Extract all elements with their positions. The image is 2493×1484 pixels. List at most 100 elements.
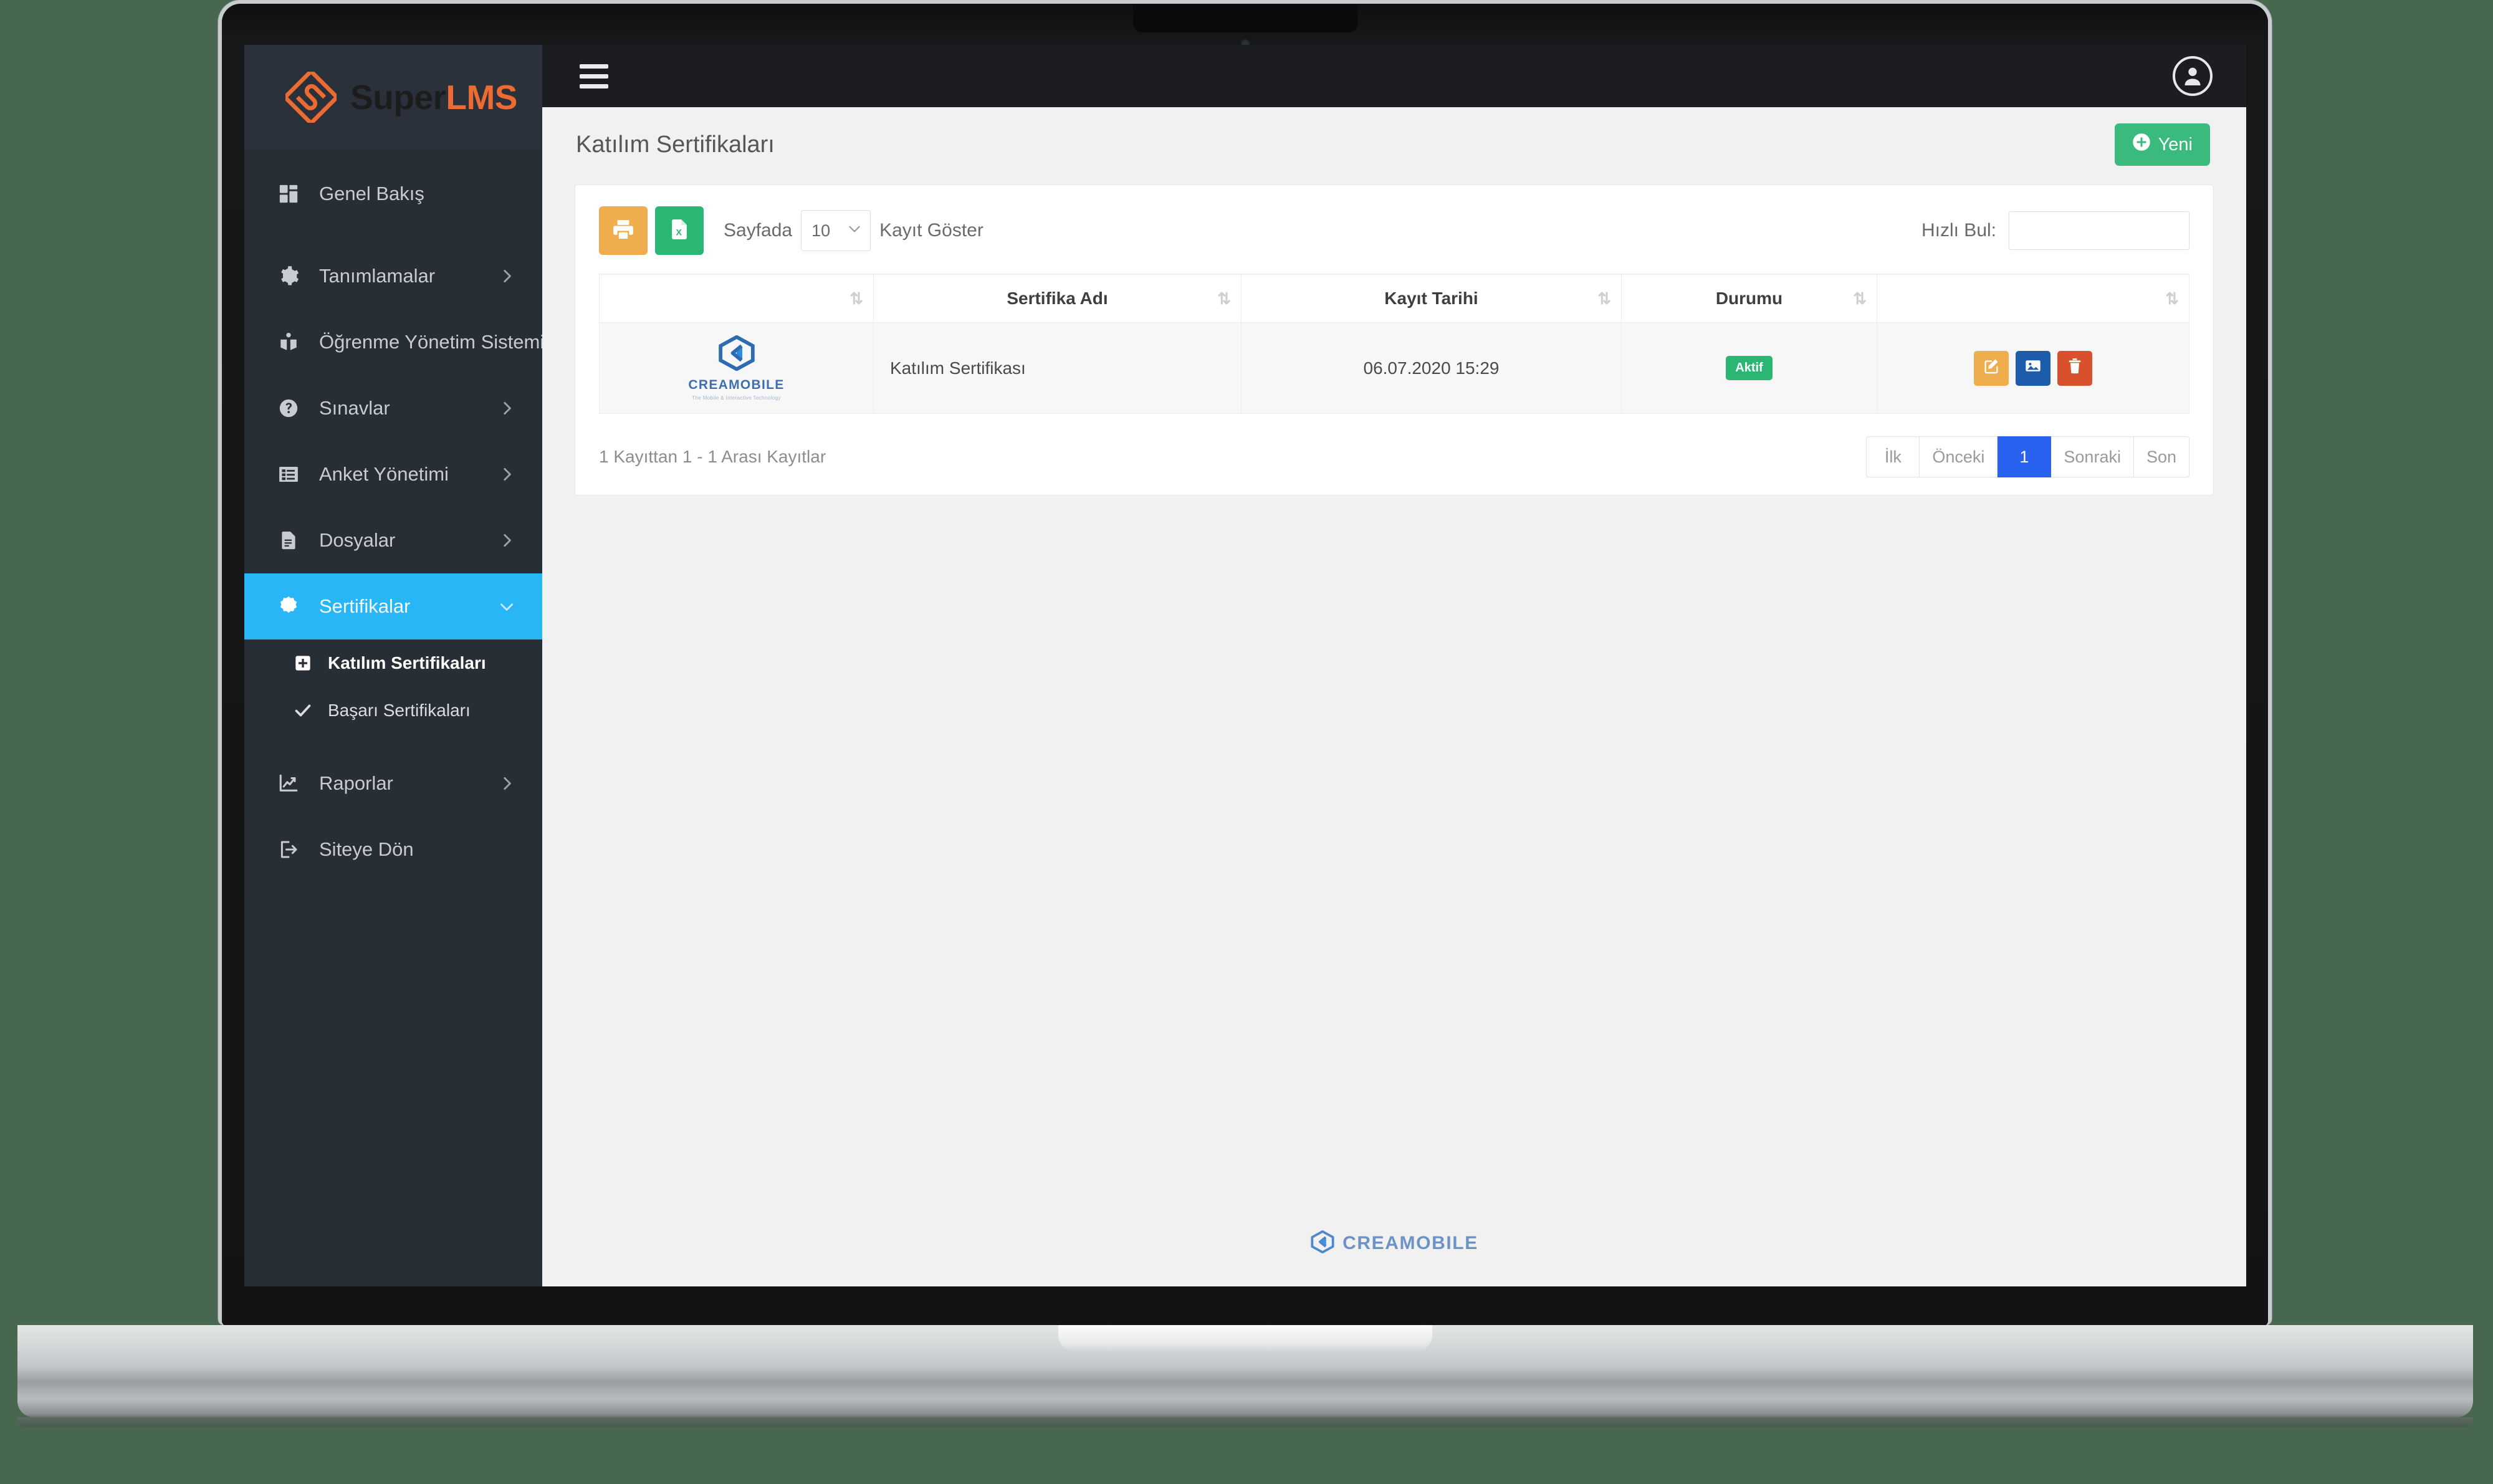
edit-button[interactable] bbox=[1974, 350, 2009, 386]
trash-icon bbox=[2066, 357, 2084, 379]
column-header-sertifika-adi[interactable]: Sertifika Adı ⇅ bbox=[873, 274, 1242, 323]
table-head: ⇅ Sertifika Adı ⇅ Kayıt Tarihi ⇅ Durumu … bbox=[599, 274, 2189, 323]
sidebar-nav: Genel Bakış Tanımlamalar Öğrenme Yönetim… bbox=[244, 150, 560, 883]
plus-circle-icon bbox=[2132, 133, 2151, 156]
hamburger-bar bbox=[580, 64, 608, 69]
pencil-square-icon bbox=[1983, 357, 2000, 379]
pagination-next[interactable]: Sonraki bbox=[2051, 436, 2134, 477]
page-length-select[interactable]: 10 bbox=[801, 210, 871, 251]
sidebar-subitem-katilim-sertifikalari[interactable]: Katılım Sertifikaları bbox=[244, 639, 542, 687]
sort-updown-icon: ⇅ bbox=[849, 289, 863, 308]
sidebar-subitem-label: Başarı Sertifikaları bbox=[328, 701, 471, 720]
status-badge: Aktif bbox=[1726, 356, 1773, 380]
laptop-lid: SuperLMS Genel Bakış Tanımlamalar Öğrenm… bbox=[218, 0, 2272, 1325]
chevron-right-icon bbox=[496, 775, 515, 792]
column-header-actions[interactable]: ⇅ bbox=[1877, 274, 2189, 323]
main-column: Katılım Sertifikaları Yeni X Sayfada 10 … bbox=[542, 45, 2246, 1286]
sidebar-item-label: Öğrenme Yönetim Sistemi bbox=[319, 331, 545, 353]
sort-updown-icon: ⇅ bbox=[1217, 289, 1231, 308]
column-header-durumu[interactable]: Durumu ⇅ bbox=[1621, 274, 1877, 323]
brand-name: SuperLMS bbox=[350, 77, 517, 117]
column-header-kayit-tarihi[interactable]: Kayıt Tarihi ⇅ bbox=[1241, 274, 1622, 323]
search-input[interactable] bbox=[2009, 211, 2189, 250]
sidebar-item-dosyalar[interactable]: Dosyalar bbox=[244, 507, 542, 573]
image-button[interactable] bbox=[2016, 350, 2050, 386]
content-area: Katılım Sertifikaları Yeni X Sayfada 10 … bbox=[542, 107, 2246, 1286]
sidebar-item-ogrenme-yonetim-sistemi[interactable]: Öğrenme Yönetim Sistemi bbox=[244, 309, 560, 375]
footer-brand: CREAMOBILE bbox=[542, 1230, 2246, 1257]
app-root: SuperLMS Genel Bakış Tanımlamalar Öğrenm… bbox=[244, 45, 2246, 1286]
screen: SuperLMS Genel Bakış Tanımlamalar Öğrenm… bbox=[244, 45, 2246, 1286]
sidebar-item-label: Tanımlamalar bbox=[319, 265, 436, 287]
pagination: İlk Önceki 1 Sonraki Son bbox=[1866, 436, 2189, 477]
excel-export-button[interactable]: X bbox=[655, 206, 704, 255]
sidebar-item-siteye-don[interactable]: Siteye Dön bbox=[244, 816, 542, 883]
pagination-page-1[interactable]: 1 bbox=[1998, 436, 2052, 477]
chevron-right-icon bbox=[496, 466, 515, 482]
table-footer: 1 Kayıttan 1 - 1 Arası Kayıtlar İlk Önce… bbox=[599, 436, 2189, 477]
pagination-previous[interactable]: Önceki bbox=[1920, 436, 1998, 477]
question-circle-icon bbox=[274, 398, 303, 419]
column-header-logo[interactable]: ⇅ bbox=[599, 274, 874, 323]
column-header-label: Kayıt Tarihi bbox=[1384, 289, 1478, 308]
sidebar-item-sinavlar[interactable]: Sınavlar bbox=[244, 375, 542, 441]
certificate-thumbnail[interactable]: CREAMOBILE The Mobile & Interactive Tech… bbox=[611, 335, 862, 401]
sort-updown-icon: ⇅ bbox=[1853, 289, 1867, 308]
table-header-row: ⇅ Sertifika Adı ⇅ Kayıt Tarihi ⇅ Durumu … bbox=[599, 274, 2189, 323]
printer-icon bbox=[611, 218, 635, 244]
page-title: Katılım Sertifikaları bbox=[576, 131, 775, 158]
sidebar-item-genel-bakis[interactable]: Genel Bakış bbox=[244, 161, 542, 227]
column-header-label: Durumu bbox=[1715, 289, 1783, 308]
open-book-icon bbox=[274, 332, 303, 353]
table-row: CREAMOBILE The Mobile & Interactive Tech… bbox=[599, 322, 2189, 414]
sidebar-item-sertifikalar[interactable]: Sertifikalar bbox=[244, 573, 542, 639]
page-length-suffix: Kayıt Göster bbox=[879, 220, 983, 241]
delete-button[interactable] bbox=[2057, 350, 2092, 386]
laptop-base-notch bbox=[1058, 1325, 1432, 1351]
new-button-label: Yeni bbox=[2158, 134, 2193, 155]
print-button[interactable] bbox=[599, 206, 648, 255]
sort-updown-icon: ⇅ bbox=[1597, 289, 1611, 308]
gear-icon bbox=[274, 266, 303, 287]
dashboard-grid-icon bbox=[274, 183, 303, 204]
user-circle-icon[interactable] bbox=[2173, 56, 2213, 96]
cell-date: 06.07.2020 15:29 bbox=[1241, 322, 1622, 414]
row-action-group bbox=[1888, 350, 2178, 386]
check-icon bbox=[290, 702, 315, 719]
thumbnail-subtitle: The Mobile & Interactive Technology bbox=[692, 395, 781, 401]
sign-out-icon bbox=[274, 839, 303, 860]
records-info: 1 Kayıttan 1 - 1 Arası Kayıtlar bbox=[599, 447, 826, 466]
sidebar-subitem-label: Katılım Sertifikaları bbox=[328, 653, 486, 673]
cell-status: Aktif bbox=[1621, 322, 1877, 414]
sort-updown-icon: ⇅ bbox=[2165, 289, 2179, 308]
sidebar-item-label: Raporlar bbox=[319, 772, 393, 794]
creamobile-hex-logo-icon bbox=[1310, 1230, 1335, 1257]
column-header-label: Sertifika Adı bbox=[1007, 289, 1108, 308]
chart-line-icon bbox=[274, 773, 303, 794]
laptop-base bbox=[17, 1325, 2473, 1417]
file-lines-icon bbox=[274, 530, 303, 551]
sidebar-item-label: Sertifikalar bbox=[319, 595, 411, 617]
topbar bbox=[542, 45, 2246, 107]
page-length-value: 10 bbox=[811, 221, 831, 240]
pagination-first[interactable]: İlk bbox=[1866, 436, 1920, 477]
brand-logo[interactable]: SuperLMS bbox=[244, 45, 542, 150]
sidebar: SuperLMS Genel Bakış Tanımlamalar Öğrenm… bbox=[244, 45, 560, 1286]
hamburger-menu-icon[interactable] bbox=[572, 57, 616, 96]
certificates-card: X Sayfada 10 Kayıt Göster Hızlı Bul: ⇅ S… bbox=[575, 184, 2214, 495]
sidebar-item-label: Genel Bakış bbox=[319, 183, 424, 204]
cell-actions bbox=[1877, 322, 2189, 414]
new-button[interactable]: Yeni bbox=[2114, 123, 2210, 166]
chevron-right-icon bbox=[496, 268, 515, 284]
hamburger-bar bbox=[580, 74, 608, 79]
svg-text:X: X bbox=[676, 227, 682, 237]
sidebar-item-raporlar[interactable]: Raporlar bbox=[244, 750, 542, 816]
sidebar-item-tanimlamalar[interactable]: Tanımlamalar bbox=[244, 243, 542, 309]
image-icon bbox=[2024, 357, 2042, 379]
cell-thumbnail: CREAMOBILE The Mobile & Interactive Tech… bbox=[599, 322, 874, 414]
search-label: Hızlı Bul: bbox=[1921, 220, 1996, 241]
pagination-last[interactable]: Son bbox=[2133, 436, 2189, 477]
sidebar-subitem-basari-sertifikalari[interactable]: Başarı Sertifikaları bbox=[244, 687, 542, 734]
sidebar-item-anket-yonetimi[interactable]: Anket Yönetimi bbox=[244, 441, 542, 507]
list-alt-icon bbox=[274, 464, 303, 485]
